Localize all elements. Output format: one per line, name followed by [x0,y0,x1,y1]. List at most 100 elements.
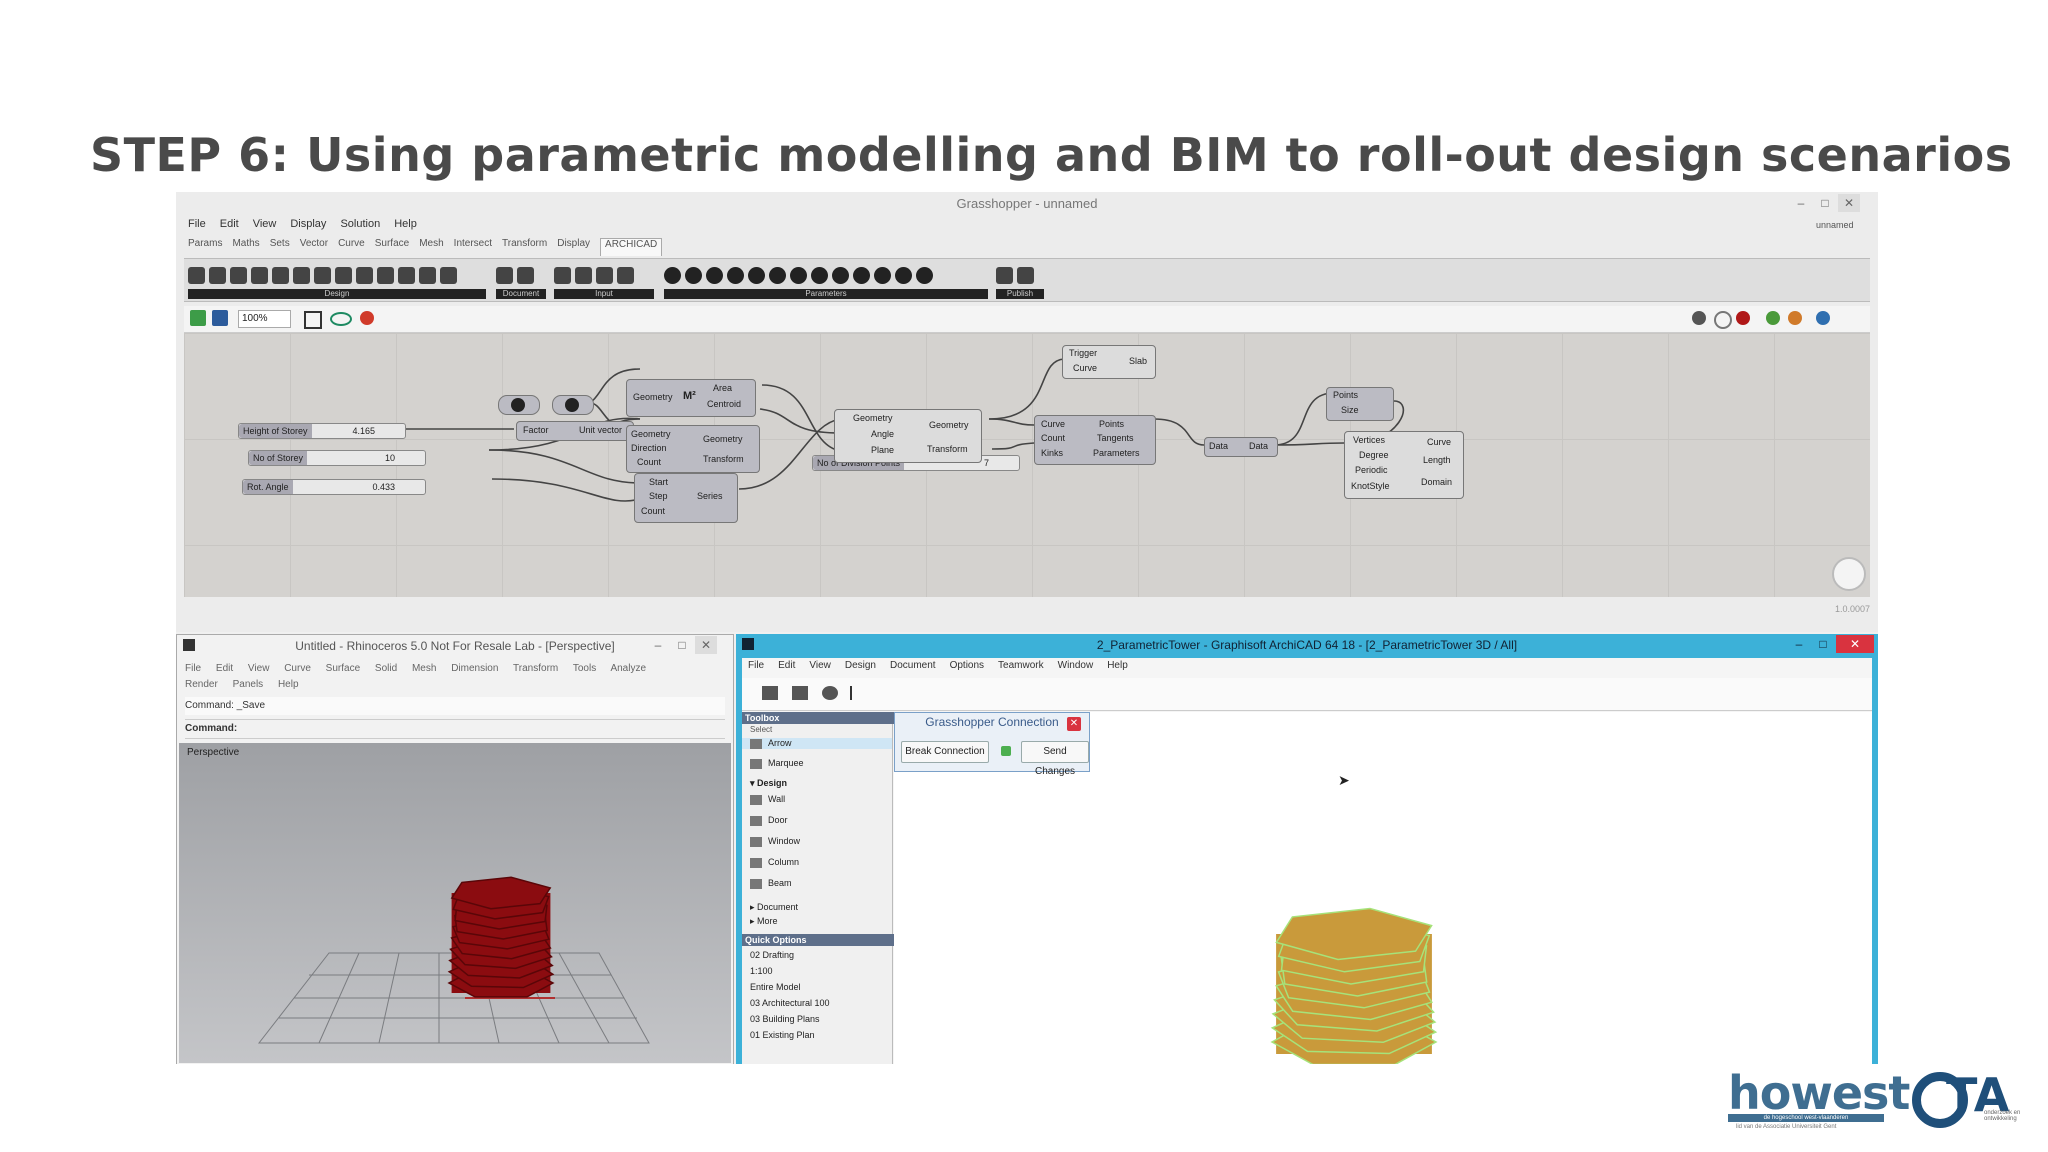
zoom-field[interactable]: 100% [238,310,291,328]
menu-help[interactable]: Help [1107,660,1128,671]
parameter-icon[interactable] [853,266,870,284]
menu-options[interactable]: Options [950,660,984,671]
input-icon[interactable] [596,266,613,284]
menu-file[interactable]: File [748,660,764,671]
close-button[interactable]: ✕ [695,636,717,654]
menu-view[interactable]: View [248,663,270,674]
menu-panels[interactable]: Panels [233,679,264,690]
tool-beam[interactable]: Beam [750,878,792,889]
menu-solid[interactable]: Solid [375,663,397,674]
minimize-button[interactable]: – [647,636,669,654]
globe-icon[interactable] [1816,311,1830,325]
tab-params[interactable]: Params [188,238,222,256]
menu-solution[interactable]: Solution [340,218,380,238]
parameter-icon[interactable] [748,266,765,284]
curtain-wall-icon[interactable] [377,266,394,284]
component-series[interactable]: Start Step Count Series [634,473,738,523]
menu-display[interactable]: Display [290,218,326,238]
component-nurbs-curve[interactable]: Vertices Degree Periodic KnotStyle Curve… [1344,431,1464,499]
component-unit-z[interactable]: Factor Unit vector [516,421,634,441]
tab-transform[interactable]: Transform [502,238,547,256]
tool-arrow[interactable]: Arrow [742,738,892,749]
component-rotate[interactable]: Geometry Angle Plane Geometry Transform [834,409,982,463]
menu-edit[interactable]: Edit [220,218,239,238]
parameter-icon[interactable] [664,266,681,284]
pen-icon[interactable] [762,686,778,700]
minimize-button[interactable]: – [1788,635,1810,653]
menu-transform[interactable]: Transform [513,663,558,674]
3d-view[interactable]: Grasshopper Connection ✕ Break Connectio… [894,712,1872,1064]
slab-icon[interactable] [314,266,331,284]
parameter-icon[interactable] [832,266,849,284]
quick-option[interactable]: 01 Existing Plan [750,1030,815,1040]
tool-door[interactable]: Door [750,815,788,826]
story-icon[interactable] [496,266,513,284]
maximize-button[interactable]: □ [1814,194,1836,212]
parameter-icon[interactable] [685,266,702,284]
quick-option[interactable]: 03 Building Plans [750,1014,820,1024]
component-point-display[interactable]: Points Size [1326,387,1394,421]
open-icon[interactable] [190,310,206,326]
input-icon[interactable] [617,266,634,284]
object-icon[interactable] [230,266,247,284]
quick-option[interactable]: Entire Model [750,982,801,992]
menu-file[interactable]: File [185,663,201,674]
parameter-icon[interactable] [811,266,828,284]
input-icon[interactable] [554,266,571,284]
component-data[interactable]: Data Data [1204,437,1278,457]
menu-edit[interactable]: Edit [216,663,233,674]
orbit-icon[interactable] [822,686,838,700]
quick-option[interactable]: 1:100 [750,966,773,976]
layer-icon[interactable] [517,266,534,284]
slider-rot-angle[interactable]: Rot. Angle 0.433 [242,479,426,495]
bake-icon[interactable] [360,311,374,325]
menu-file[interactable]: File [188,218,206,238]
quick-option[interactable]: 02 Drafting [750,950,794,960]
component-move[interactable]: Geometry Direction Count Geometry Transf… [626,425,760,473]
tab-maths[interactable]: Maths [232,238,259,256]
morph-icon[interactable] [398,266,415,284]
close-button[interactable]: ✕ [1836,635,1874,653]
menu-design[interactable]: Design [845,660,876,671]
wireframe-icon[interactable] [1692,311,1706,325]
menu-document[interactable]: Document [890,660,936,671]
menu-window[interactable]: Window [1058,660,1094,671]
sketch-icon[interactable] [1788,311,1802,325]
param-brep[interactable] [552,395,594,415]
command-input[interactable]: Command: [185,719,725,739]
close-button[interactable]: ✕ [1838,194,1860,212]
zoom-extents-icon[interactable] [304,311,322,329]
preview-icon[interactable] [330,312,352,326]
selected-icon[interactable] [1736,311,1750,325]
railing-icon[interactable] [356,266,373,284]
roof-icon[interactable] [293,266,310,284]
menu-help[interactable]: Help [278,679,299,690]
tab-curve[interactable]: Curve [338,238,365,256]
tool-window[interactable]: Window [750,836,800,847]
tab-mesh[interactable]: Mesh [419,238,443,256]
menu-help[interactable]: Help [394,218,417,238]
wall-icon[interactable] [440,266,457,284]
more-section[interactable]: ▸ More [750,916,778,927]
tab-display[interactable]: Display [557,238,590,256]
input-icon[interactable] [575,266,592,284]
component-area[interactable]: Geometry M² Area Centroid [626,379,756,417]
tab-vector[interactable]: Vector [300,238,328,256]
tool-wall[interactable]: Wall [750,794,785,805]
quick-option[interactable]: 03 Architectural 100 [750,998,830,1008]
snap-icon[interactable] [792,686,808,700]
stair-icon[interactable] [335,266,352,284]
slider-no-of-storey[interactable]: No of Storey 10 [248,450,426,466]
menu-dimension[interactable]: Dimension [451,663,498,674]
shell-icon[interactable] [419,266,436,284]
menu-surface[interactable]: Surface [326,663,360,674]
tab-surface[interactable]: Surface [375,238,409,256]
tool-column[interactable]: Column [750,857,799,868]
save-icon[interactable] [212,310,228,326]
perspective-viewport[interactable]: Perspective [179,743,731,1063]
document-icon[interactable] [1766,311,1780,325]
publish-icon[interactable] [1017,266,1034,284]
lamp-icon[interactable] [272,266,289,284]
tab-intersect[interactable]: Intersect [454,238,492,256]
door-icon[interactable] [251,266,268,284]
